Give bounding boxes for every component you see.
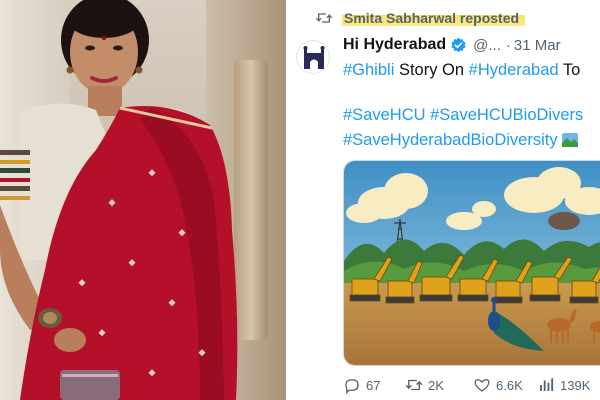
tweet-header: Hi Hyderabad @... · 31 Mar bbox=[343, 36, 561, 54]
repost-icon bbox=[405, 379, 423, 391]
tweet-card[interactable]: Smita Sabharwal reposted Hi Hyderabad @.… bbox=[286, 0, 600, 400]
reposted-by-label[interactable]: Smita Sabharwal reposted bbox=[342, 10, 526, 26]
tweet-date[interactable]: 31 Mar bbox=[514, 37, 561, 54]
charminar-logo-icon bbox=[303, 46, 325, 69]
profile-photo bbox=[0, 0, 286, 400]
separator-dot: · bbox=[505, 36, 511, 54]
tweet-image[interactable] bbox=[343, 160, 600, 366]
views-button[interactable]: 139K bbox=[537, 376, 600, 394]
like-icon bbox=[474, 379, 490, 392]
tweet-text-line-3: #SaveHyderabadBioDiversity bbox=[343, 129, 578, 151]
repost-icon bbox=[316, 13, 332, 23]
tweet-text-line-1: #Ghibli Story On #Hyderabad To bbox=[343, 59, 580, 81]
tweet-actions: 67 2K 6.6K 139K bbox=[343, 376, 600, 394]
author-name[interactable]: Hi Hyderabad bbox=[343, 36, 446, 54]
repost-indicator: Smita Sabharwal reposted bbox=[316, 8, 526, 28]
author-handle[interactable]: @... bbox=[473, 37, 501, 54]
hashtag-line-savehcu[interactable]: #SaveHCU #SaveHCUBioDivers bbox=[343, 104, 583, 126]
hashtag-ghibli[interactable]: #Ghibli bbox=[343, 61, 394, 79]
ghibli-illustration bbox=[344, 161, 600, 365]
text-segment: Story On bbox=[394, 61, 469, 79]
reply-count: 67 bbox=[366, 377, 381, 393]
like-button[interactable]: 6.6K bbox=[473, 376, 537, 394]
reply-icon bbox=[345, 379, 359, 394]
reply-button[interactable]: 67 bbox=[343, 376, 405, 394]
landscape-emoji-icon bbox=[561, 133, 578, 147]
view-count: 139K bbox=[560, 377, 591, 393]
hashtag-hyderabad[interactable]: #Hyderabad bbox=[469, 61, 559, 79]
verified-icon bbox=[451, 37, 466, 52]
like-count: 6.6K bbox=[496, 377, 523, 393]
repost-button[interactable]: 2K bbox=[405, 376, 473, 394]
woman-figure bbox=[0, 0, 238, 400]
views-icon bbox=[540, 378, 554, 391]
hashtag-savehyderabadbiodiversity[interactable]: #SaveHyderabadBioDiversity bbox=[343, 131, 558, 149]
text-segment: To bbox=[558, 61, 581, 79]
author-avatar[interactable] bbox=[296, 40, 330, 74]
repost-count: 2K bbox=[428, 377, 444, 393]
